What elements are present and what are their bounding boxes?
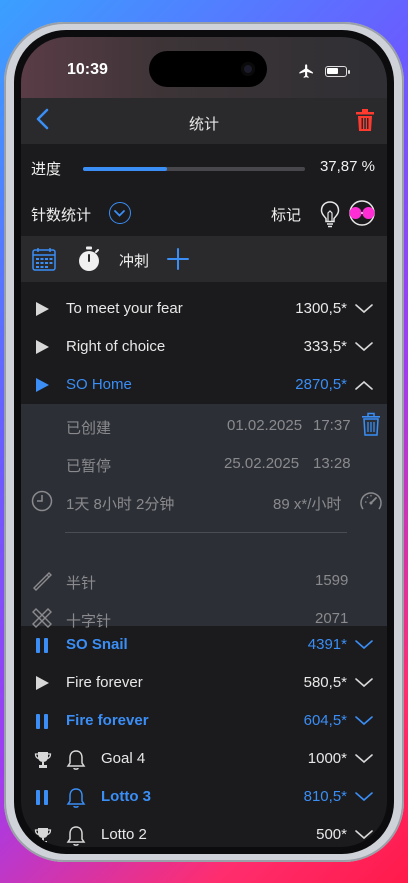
goal-row[interactable]: Lotto 2 500* (21, 816, 387, 847)
project-name: Fire forever (66, 674, 143, 691)
play-icon[interactable] (36, 340, 49, 354)
trash-icon[interactable] (361, 412, 381, 436)
status-icons (298, 63, 350, 80)
bell-icon[interactable] (66, 825, 86, 847)
trash-icon (356, 109, 374, 131)
chevron-down-icon[interactable] (355, 829, 373, 841)
progress-row: 进度 37,87 % (21, 144, 387, 190)
play-icon[interactable] (36, 302, 49, 316)
stopwatch-icon[interactable] (77, 246, 101, 272)
status-time: 10:39 (67, 61, 108, 78)
project-row[interactable]: To meet your fear 1300,5* (21, 290, 387, 328)
divider (65, 532, 347, 533)
bell-icon[interactable] (66, 749, 86, 771)
app-screen: 10:39 统计 进度 37,87 % 针数统计 标记 冲刺 To meet y… (21, 37, 387, 847)
trophy-icon (34, 752, 52, 768)
delete-button[interactable] (355, 108, 375, 137)
chevron-down-icon[interactable] (355, 753, 373, 765)
progress-fill (83, 167, 168, 171)
paused-date: 25.02.2025 (224, 455, 300, 472)
project-name: Fire forever (66, 712, 149, 729)
half-stitch-count: 1599 (315, 572, 349, 589)
plus-icon (167, 248, 189, 270)
project-name: To meet your fear (66, 300, 183, 317)
pause-icon[interactable] (36, 714, 50, 729)
status-bar: 10:39 (21, 37, 387, 98)
clock-icon (31, 490, 53, 512)
project-stitches: 604,5* (303, 712, 347, 729)
half-stitch-label: 半针 (66, 575, 97, 592)
play-icon[interactable] (36, 676, 49, 690)
goal-row[interactable]: Goal 4 1000* (21, 740, 387, 778)
paused-time: 13:28 (313, 455, 351, 472)
pause-icon[interactable] (36, 790, 50, 805)
project-name: SO Home (66, 376, 132, 393)
created-time: 17:37 (313, 417, 351, 434)
project-detail-panel: 已创建 01.02.2025 17:37 已暂停 25.02.2025 13:2… (21, 404, 387, 630)
chevron-down-icon[interactable] (355, 303, 373, 315)
stats-dropdown-button[interactable] (109, 202, 131, 224)
play-icon[interactable] (36, 378, 49, 392)
phone-frame: 10:39 统计 进度 37,87 % 针数统计 标记 冲刺 To meet y… (4, 22, 404, 862)
phone-bezel: 10:39 统计 进度 37,87 % 针数统计 标记 冲刺 To meet y… (14, 30, 394, 854)
chevron-down-icon[interactable] (355, 677, 373, 689)
chevron-down-icon (114, 210, 125, 217)
chevron-down-icon[interactable] (355, 341, 373, 353)
goal-name: Lotto 3 (101, 788, 151, 805)
stitch-stats-row: 针数统计 标记 (21, 190, 387, 236)
progress-label: 进度 (31, 161, 62, 178)
page-title: 统计 (188, 116, 219, 133)
chevron-up-icon[interactable] (355, 379, 373, 391)
chevron-down-icon[interactable] (355, 791, 373, 803)
progress-track (83, 167, 305, 171)
project-row[interactable]: Fire forever 580,5* (21, 664, 387, 702)
paused-label: 已暂停 (66, 458, 112, 475)
bell-icon[interactable] (66, 787, 86, 809)
project-stitches: 2870,5* (295, 376, 347, 393)
project-row-expanded[interactable]: SO Home 2870,5* (21, 366, 387, 404)
created-date: 01.02.2025 (227, 417, 303, 434)
goal-row[interactable]: Lotto 3 810,5* (21, 778, 387, 816)
project-row[interactable]: SO Snail 4391* (21, 626, 387, 664)
progress-value: 37,87 % (319, 158, 375, 175)
goal-name: Lotto 2 (101, 826, 147, 843)
project-name: SO Snail (66, 636, 128, 653)
project-stitches: 4391* (307, 636, 347, 653)
project-stitches: 333,5* (303, 338, 347, 355)
project-name: Right of choice (66, 338, 166, 355)
goal-stitches: 1000* (307, 750, 347, 767)
tools-row: 冲刺 (21, 236, 387, 282)
needle-icon (33, 572, 52, 591)
lightbulb-icon[interactable] (319, 200, 341, 228)
nav-bar: 统计 (21, 98, 387, 144)
trophy-icon (34, 828, 52, 844)
duration-value: 1天 8小时 2分钟 (66, 496, 175, 513)
add-button[interactable] (167, 242, 189, 276)
rate-value: 89 x*/小时 (273, 496, 342, 513)
airplane-icon (299, 64, 313, 78)
dynamic-island (149, 51, 267, 87)
stitch-stats-label: 针数统计 (31, 207, 92, 224)
speedometer-icon (360, 492, 382, 510)
project-row[interactable]: Right of choice 333,5* (21, 328, 387, 366)
calendar-icon[interactable] (32, 247, 56, 271)
pause-icon[interactable] (36, 638, 50, 653)
goal-name: Goal 4 (101, 750, 146, 767)
mark-label: 标记 (270, 207, 301, 224)
sprint-label: 冲刺 (119, 253, 150, 270)
project-stitches: 580,5* (303, 674, 347, 691)
marker-glasses-icon[interactable] (347, 199, 377, 227)
chevron-down-icon[interactable] (355, 715, 373, 727)
created-label: 已创建 (66, 420, 112, 437)
project-row[interactable]: Fire forever 604,5* (21, 702, 387, 740)
goal-stitches: 500* (316, 826, 347, 843)
battery-icon (325, 66, 350, 77)
chevron-down-icon[interactable] (355, 639, 373, 651)
cross-stitch-count: 2071 (315, 610, 349, 627)
project-stitches: 1300,5* (295, 300, 347, 317)
goal-stitches: 810,5* (303, 788, 347, 805)
camera-icon (241, 62, 255, 76)
